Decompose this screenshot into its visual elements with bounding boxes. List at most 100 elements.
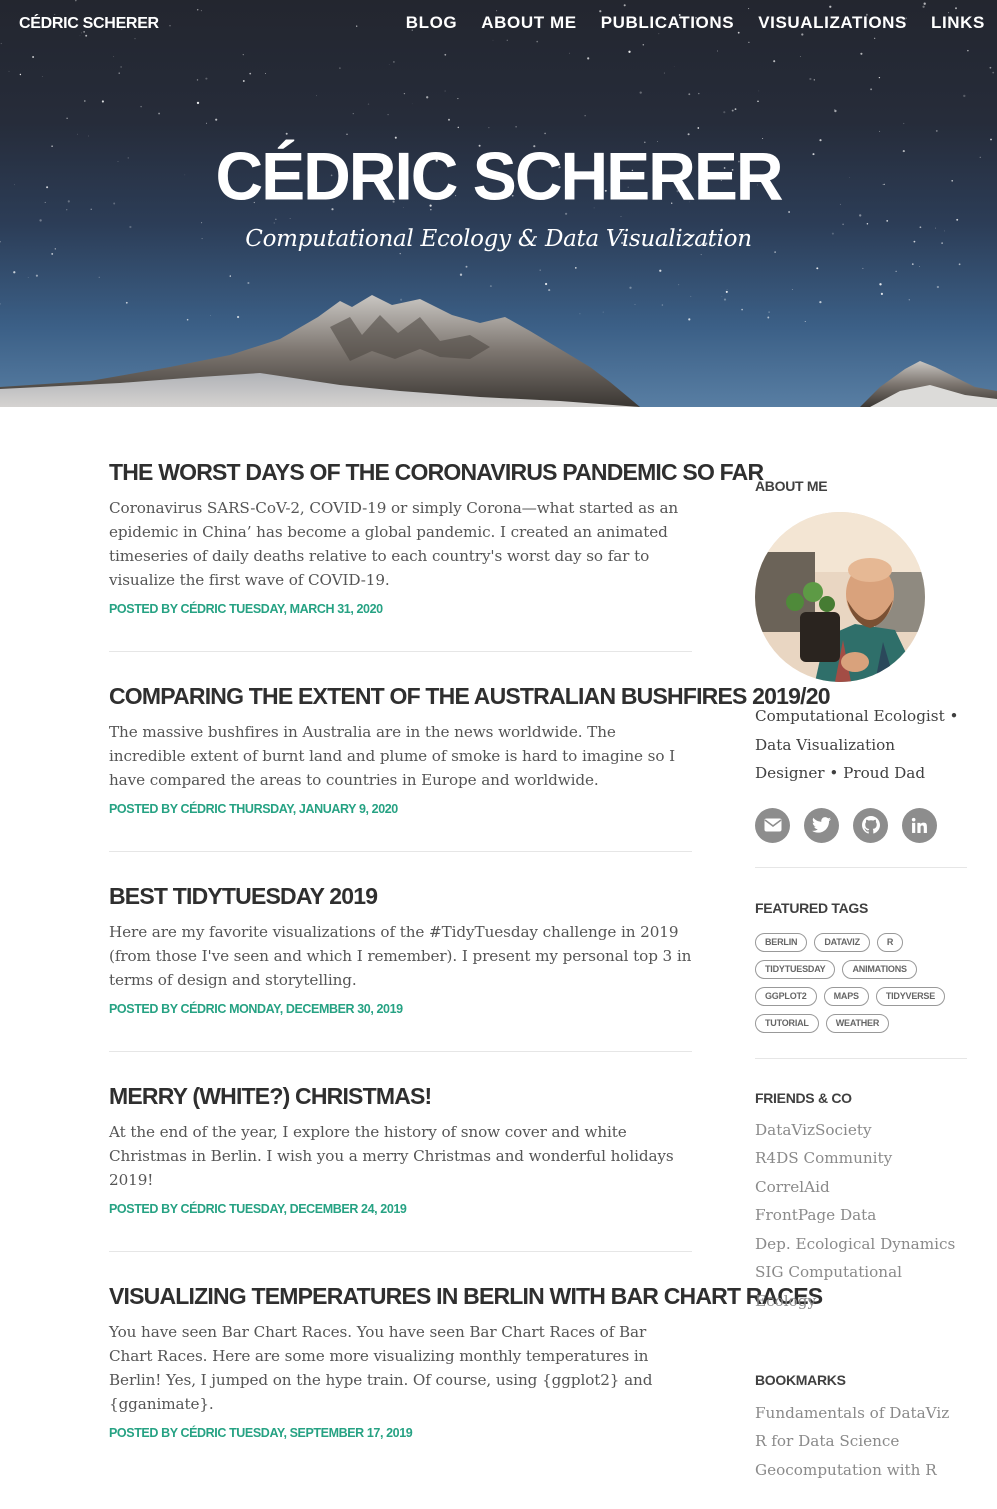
tag-animations[interactable]: animations [842,959,917,979]
star-dot [399,252,401,255]
star-dot [878,76,881,79]
star-dot [201,222,203,224]
post-excerpt[interactable]: Coronavirus SARS-CoV-2, COVID-19 or simp… [109,496,692,592]
star-dot [568,52,570,54]
star-dot [285,132,288,135]
star-dot [444,53,447,56]
star-dot [842,223,844,226]
star-dot [687,133,690,136]
star-dot [83,100,86,102]
star-dot [700,254,702,256]
star-dot [659,269,662,272]
post-title-link[interactable]: Merry (White?) Christmas! [109,1081,692,1111]
star-dot [77,133,78,135]
star-dot [834,109,837,113]
twitter-icon[interactable] [804,807,839,843]
envelope-icon[interactable] [755,807,790,843]
nav-link-visualizations[interactable]: Visualizations [758,13,907,33]
friend-link[interactable]: DataVizSociety [755,1116,967,1145]
linkedin-icon[interactable] [902,807,937,843]
github-icon[interactable] [853,807,888,843]
site-subtitle: Computational Ecology & Data Visualizati… [245,226,752,252]
friend-link[interactable]: Dep. Ecological Dynamics [755,1230,967,1259]
tag-tutorial[interactable]: tutorial [755,1013,819,1033]
post-excerpt[interactable]: Here are my favorite visualizations of t… [109,920,692,992]
sidebar: About Me Computational Ecologist • Data … [755,478,967,1484]
post-title-link[interactable]: Best TidyTuesday 2019 [109,881,692,911]
star-dot [113,56,115,58]
friends-heading: Friends & Co [755,1089,852,1106]
star-dot [663,72,665,74]
post-meta: Posted by Cédric Tuesday, December 24, 2… [109,1202,407,1216]
post-excerpt[interactable]: You have seen Bar Chart Races. You have … [109,1320,692,1416]
star-dot [574,267,577,269]
bookmark-link[interactable]: Fundamentals of DataViz [755,1399,967,1428]
star-dot [584,115,586,117]
tag-tidytuesday[interactable]: tidytuesday [755,959,836,979]
star-dot [98,276,100,278]
star-dot [316,95,317,97]
tag-tidyverse[interactable]: tidyverse [875,986,946,1006]
star-dot [457,98,459,100]
star-dot [757,100,759,103]
star-dot [911,263,914,265]
star-dot [799,56,801,57]
star-dot [8,70,10,72]
star-dot [866,223,869,225]
post-excerpt[interactable]: At the end of the year, I explore the hi… [109,1120,692,1192]
brand-link[interactable]: Cédric Scherer [19,15,159,33]
star-dot [444,90,446,92]
friend-link[interactable]: FrontPage Data [755,1201,967,1230]
post-meta: Posted by Cédric Tuesday, March 31, 2020 [109,602,383,616]
nav-link-publications[interactable]: Publications [601,13,734,33]
star-dot [879,130,881,132]
post-title-link[interactable]: The worst days of the coronavirus pandem… [109,457,764,487]
star-dot [673,65,675,67]
star-dot [247,281,250,285]
friend-link[interactable]: R4DS Community [755,1144,967,1173]
star-dot [809,77,812,81]
friend-link[interactable]: CorrelAid [755,1173,967,1202]
post-title-link[interactable]: Visualizing temperatures in Berlin with … [109,1281,823,1311]
social-links [755,807,967,843]
star-dot [870,88,873,91]
star-dot [158,112,161,115]
star-dot [457,126,460,129]
friend-link[interactable]: SIG Computational Ecology [755,1258,967,1315]
bookmark-link[interactable]: Geocomputation with R [755,1456,967,1485]
star-dot [956,218,959,221]
tag-maps[interactable]: maps [823,986,869,1006]
tag-r[interactable]: R [876,932,904,952]
post-excerpt[interactable]: The massive bushfires in Australia are i… [109,720,692,792]
star-dot [879,283,882,286]
tag-ggplot2[interactable]: ggplot2 [755,986,817,1006]
star-dot [544,132,546,135]
about-me-text: Computational Ecologist • Data Visualiza… [755,707,959,782]
star-dot [273,222,276,224]
star-dot [101,100,104,103]
featured-tags-heading: Featured Tags [755,899,869,916]
tag-dataviz[interactable]: dataviz [814,932,870,952]
nav-link-about-me[interactable]: About Me [481,13,576,33]
star-dot [32,56,35,58]
nav-links: Blog About Me Publications Visualization… [406,13,985,33]
post-meta: Posted by Cédric Thursday, January 9, 20… [109,802,398,816]
post-divider [109,1251,692,1252]
bookmark-link[interactable]: R for Data Science [755,1427,967,1456]
star-dot [206,122,207,124]
nav-link-blog[interactable]: Blog [406,13,458,33]
star-dot [620,215,622,217]
star-dot [515,125,517,128]
star-dot [919,265,921,267]
post-title-link[interactable]: Comparing the extent of the Australian b… [109,681,830,711]
star-dot [698,92,700,95]
bookmarks-heading: Bookmarks [755,1371,846,1388]
nav-link-links[interactable]: Links [931,13,985,33]
star-dot [731,109,734,112]
star-dot [544,282,548,286]
star-dot [488,127,490,129]
star-dot [678,284,680,286]
tag-weather[interactable]: weather [825,1013,890,1033]
tag-berlin[interactable]: berlin [755,932,808,952]
star-dot [816,267,819,270]
